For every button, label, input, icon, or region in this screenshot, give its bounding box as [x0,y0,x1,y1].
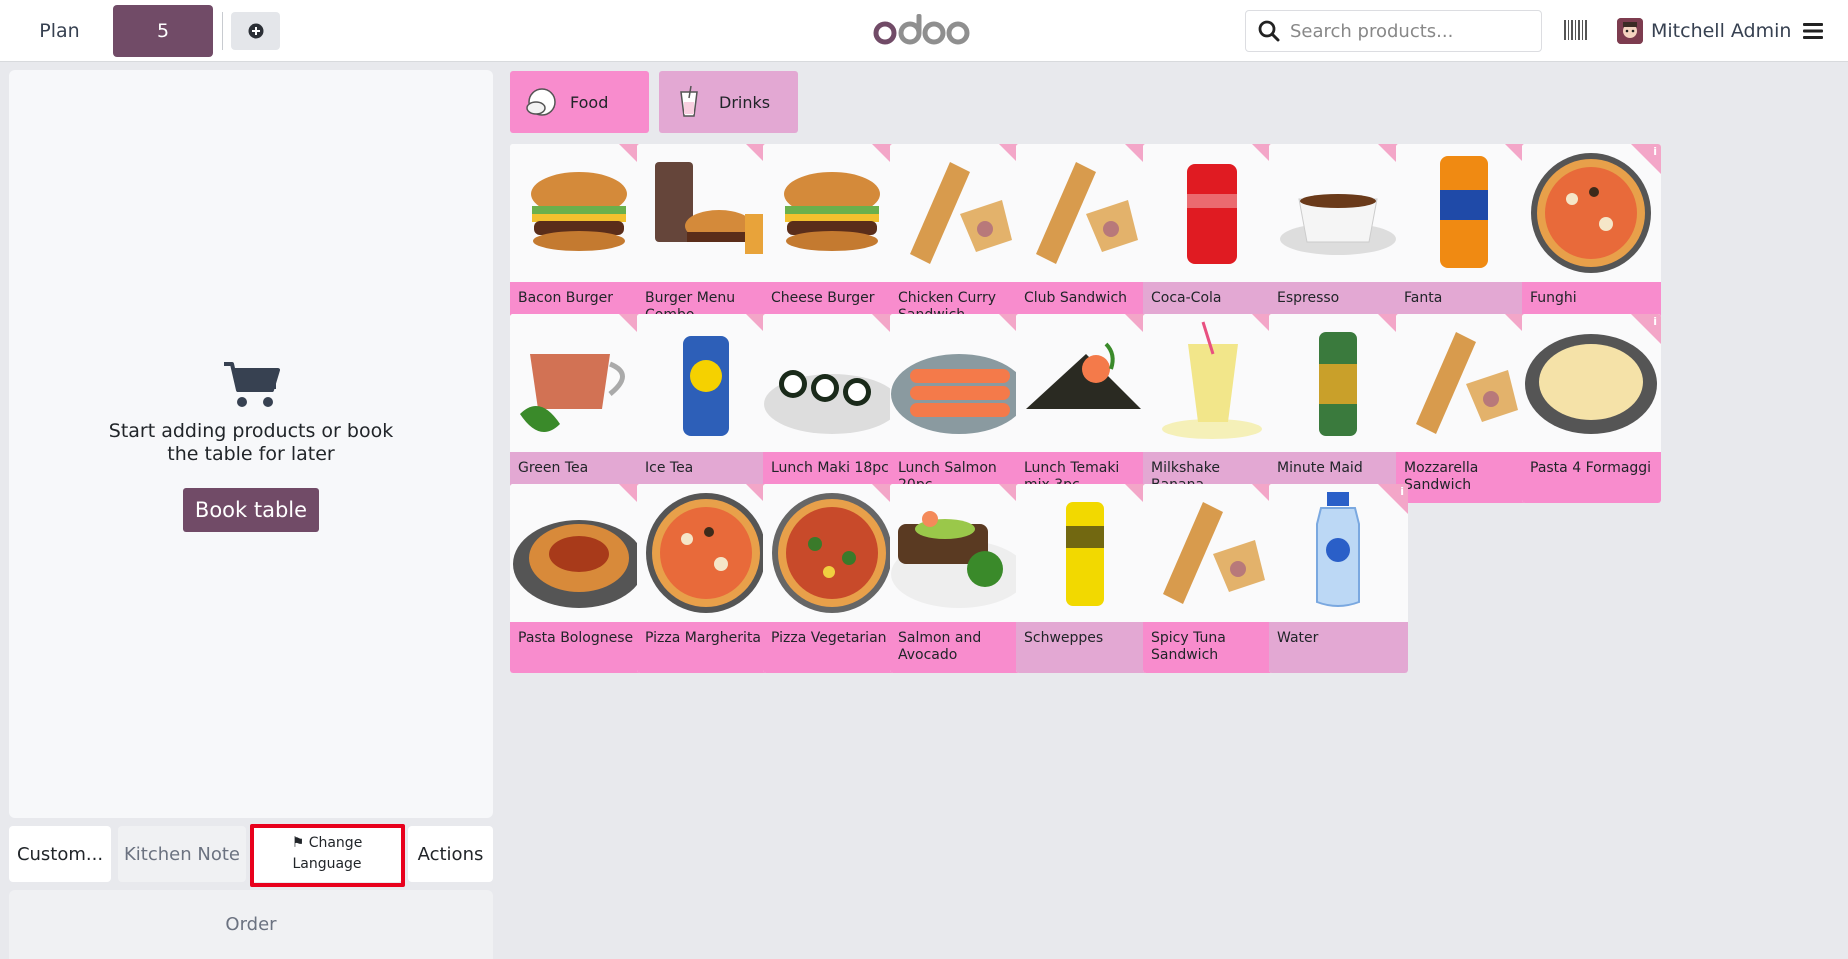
plan-button[interactable]: Plan [12,6,107,56]
change-language-label: Change [308,835,363,851]
order-button[interactable]: Order [9,890,493,959]
product-card[interactable]: Pasta Bolognesei [510,484,649,673]
product-name: Water [1269,622,1408,673]
user-name: Mitchell Admin [1651,20,1792,42]
food-icon [526,88,556,116]
product-card[interactable]: Ice Teai [637,314,776,503]
order-cart-panel: Start adding products or book the table … [9,70,493,818]
divider [222,12,223,50]
product-name: Schweppes [1016,622,1155,673]
odoo-logo [873,14,970,45]
product-name: Pasta 4 Formaggi [1522,452,1661,503]
kitchen-note-button[interactable]: Kitchen Note [118,826,246,882]
product-card[interactable]: Pizza Vegetariani [763,484,902,673]
product-card[interactable]: Milkshake Bananai [1143,314,1282,503]
info-icon[interactable]: i [1653,145,1657,158]
user-menu[interactable]: Mitchell Admin [1617,16,1791,46]
product-card[interactable]: Spicy Tuna Sandwichi [1143,484,1282,673]
category-drinks[interactable]: Drinks [659,71,798,133]
product-card[interactable]: Funghi i [1522,144,1661,333]
product-card[interactable]: Salmon and Avocadoi [890,484,1029,673]
product-name: Pizza Vegetarian [763,622,902,673]
change-language-line1: ⚑ Change [292,833,363,854]
book-table-button[interactable]: Book table [182,488,320,532]
info-icon[interactable]: i [1400,485,1404,498]
product-name: Pasta Bolognese [510,622,649,673]
change-language-button[interactable]: ⚑ Change Language [252,826,402,882]
product-name: Salmon and Avocado [890,622,1029,673]
product-card[interactable]: Fantai [1396,144,1535,333]
category-label: Food [570,92,609,112]
plus-circle-icon [248,23,263,39]
product-card[interactable]: Club Sandwichi [1016,144,1155,333]
product-name: Spicy Tuna Sandwich [1143,622,1282,673]
product-card[interactable]: Pizza Margheritai [637,484,776,673]
category-label: Drinks [719,92,771,112]
top-navbar: Plan 5 Mitchell Admin [0,0,1848,62]
category-food[interactable]: Food [510,71,649,133]
info-icon[interactable]: i [1653,315,1657,328]
product-card[interactable]: Lunch Maki 18pci [763,314,902,503]
flag-icon: ⚑ [291,835,305,851]
customer-button[interactable]: Custom... [9,826,111,882]
add-order-button[interactable] [231,12,280,50]
product-card[interactable]: Cheese Burgeri [763,144,902,333]
product-card[interactable]: Bacon Burgeri [510,144,649,333]
barcode-icon[interactable] [1563,17,1589,43]
product-card[interactable]: Water i [1269,484,1408,673]
product-card[interactable]: Schweppesi [1016,484,1155,673]
product-card[interactable]: Minute Maidi [1269,314,1408,503]
product-name: Mozzarella Sandwich [1396,452,1535,503]
product-card[interactable]: Mozzarella Sandwichi [1396,314,1535,503]
product-card[interactable]: Chicken Curry Sandwichi [890,144,1029,333]
empty-cart-message: Start adding products or book the table … [108,420,394,465]
product-card[interactable]: Lunch Temaki mix 3pci [1016,314,1155,503]
product-card[interactable]: Espressoi [1269,144,1408,333]
product-card[interactable]: Green Teai [510,314,649,503]
drink-icon [680,85,698,117]
change-language-line2: Language [292,856,362,872]
empty-cart-state: Start adding products or book the table … [9,360,493,532]
hamburger-menu-icon[interactable] [1800,18,1826,44]
avatar [1617,18,1643,44]
product-name: Pizza Margherita [637,622,776,673]
search-icon [1258,20,1280,42]
search-input[interactable] [1290,20,1520,42]
table-number-button[interactable]: 5 [113,5,213,57]
actions-button[interactable]: Actions [408,826,493,882]
product-card[interactable]: Lunch Salmon 20pci [890,314,1029,503]
product-search-box[interactable] [1245,10,1542,52]
product-card[interactable]: Burger Menu Comboi [637,144,776,333]
product-card[interactable]: Coca-Colai [1143,144,1282,333]
shopping-cart-icon [224,362,280,407]
product-card[interactable]: Pasta 4 Formaggi i [1522,314,1661,503]
